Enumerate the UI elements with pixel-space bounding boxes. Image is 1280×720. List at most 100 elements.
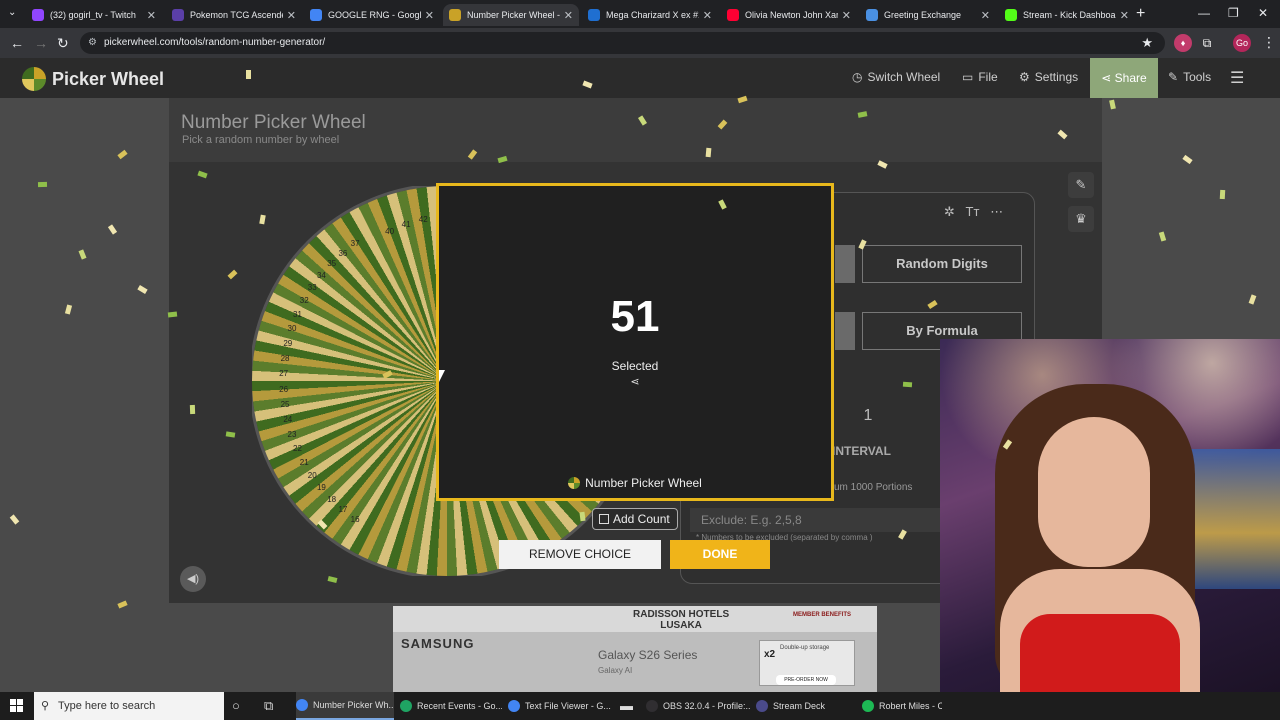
ad-preorder-button[interactable]: PRE-ORDER NOW (776, 675, 836, 685)
ad-hotel-text: RADISSON HOTELS LUSAKA (633, 609, 730, 631)
shuffle-icon[interactable]: ✲ (944, 204, 955, 219)
windows-start-icon[interactable] (10, 699, 23, 712)
tab-close-icon[interactable]: ✕ (842, 9, 851, 22)
taskbar-app[interactable]: Text File Viewer - G... (508, 692, 612, 720)
taskbar-app[interactable]: OBS 32.0.4 - Profile:... (646, 692, 750, 720)
browser-tab[interactable]: Olivia Newton John Xana ✕ (721, 4, 857, 26)
tab-close-icon[interactable]: ✕ (564, 9, 573, 22)
option-tab-left-2[interactable] (835, 312, 855, 350)
tab-list-chevron-icon[interactable]: ⌄ (8, 7, 16, 18)
advertisement[interactable]: RADISSON HOTELS LUSAKA MEMBER BENEFITS SA… (393, 606, 877, 692)
close-window-icon[interactable]: ✕ (1258, 6, 1268, 20)
remove-choice-button[interactable]: REMOVE CHOICE (499, 540, 661, 569)
cortana-icon[interactable]: ○ (232, 698, 240, 713)
wheel-number-label: 21 (299, 457, 309, 467)
taskbar-app[interactable]: Number Picker Wh... (296, 692, 394, 720)
wheel-number-label: 23 (287, 429, 297, 439)
browser-tab[interactable]: Stream - Kick Dashboard ✕ (999, 4, 1135, 26)
browser-menu-icon[interactable]: ⋮ (1262, 34, 1276, 51)
tab-label: GOOGLE RNG - Google S (328, 10, 421, 20)
tab-close-icon[interactable]: ✕ (703, 9, 712, 22)
forward-icon[interactable]: → (34, 35, 48, 51)
add-count-checkbox[interactable]: Add Count (592, 508, 678, 530)
new-tab-button[interactable]: + (1136, 5, 1145, 23)
settings-menu[interactable]: ⚙ Settings (1019, 70, 1078, 84)
tab-favicon-icon (727, 9, 739, 21)
taskbar-app-label: Robert Miles - C (879, 701, 942, 711)
maximize-icon[interactable]: ❐ (1228, 6, 1239, 20)
address-bar[interactable]: ⚙ pickerwheel.com/tools/random-number-ge… (80, 32, 1165, 54)
interval-input[interactable]: 1 (838, 398, 898, 434)
browser-tab[interactable]: Number Picker Wheel - P ✕ (443, 4, 579, 26)
wheel-number-label: 34 (316, 270, 326, 280)
edit-icon[interactable]: ✎ (1068, 172, 1094, 198)
hamburger-menu-icon[interactable]: ☰ (1230, 68, 1244, 88)
taskbar-app[interactable]: Robert Miles - C (862, 692, 942, 720)
wheel-number-label: 31 (293, 309, 302, 319)
wheel-number-label: 27 (279, 369, 289, 379)
wheel-number-label: 29 (283, 338, 293, 348)
wheel-number-label: 24 (283, 415, 293, 425)
tab-close-icon[interactable]: ✕ (981, 9, 990, 22)
task-view-icon[interactable]: ⧉ (264, 698, 273, 714)
site-logo[interactable]: Picker Wheel (22, 67, 164, 91)
add-count-label: Add Count (613, 512, 670, 526)
page-subtitle: Pick a random number by wheel (182, 134, 340, 146)
trophy-icon[interactable]: ♛ (1068, 206, 1094, 232)
wheel-number-label: 19 (316, 483, 326, 493)
checkbox-icon (599, 514, 609, 524)
search-icon: ⚲ (41, 700, 50, 712)
done-button[interactable]: DONE (670, 540, 770, 569)
webcam-person-face (1038, 417, 1150, 567)
wheel-number-label: 16 (350, 514, 360, 524)
tab-close-icon[interactable]: ✕ (1120, 9, 1129, 22)
browser-tab[interactable]: GOOGLE RNG - Google S ✕ (304, 4, 440, 26)
switch-wheel-link[interactable]: ◷ Switch Wheel (852, 70, 940, 84)
switch-wheel-icon: ◷ (852, 70, 863, 84)
back-icon[interactable]: ← (10, 35, 24, 51)
bookmark-star-icon[interactable]: ★ (1141, 32, 1153, 54)
tab-close-icon[interactable]: ✕ (147, 9, 156, 22)
app-icon (400, 700, 412, 712)
browser-tab[interactable]: Mega Charizard X ex #12 ✕ (582, 4, 718, 26)
browser-tab[interactable]: Greeting Exchange ✕ (860, 4, 996, 26)
taskbar-app[interactable]: Stream Deck (756, 692, 856, 720)
browser-tab[interactable]: (32) gogirl_tv - Twitch ✕ (26, 4, 162, 26)
wheel-number-label: 28 (280, 354, 290, 364)
extensions-puzzle-icon[interactable]: ⧉ (1198, 34, 1216, 52)
file-explorer-icon[interactable]: ▬ (620, 698, 633, 713)
app-icon (296, 699, 308, 711)
tab-close-icon[interactable]: ✕ (425, 9, 434, 22)
extension-icon[interactable]: ♦ (1174, 34, 1192, 52)
site-info-icon[interactable]: ⚙ (88, 32, 97, 54)
option-tab-left[interactable] (835, 245, 855, 283)
file-menu[interactable]: ▭ File (962, 70, 998, 84)
ad-galaxy-title: Galaxy S26 Series (598, 648, 698, 662)
ad-x2-desc: Double-up storage (780, 645, 830, 651)
share-button[interactable]: ⋖ Share (1090, 58, 1158, 98)
text-size-icon[interactable]: Tт (966, 204, 980, 219)
wheel-logo-icon (22, 67, 46, 91)
minimize-icon[interactable]: — (1198, 6, 1210, 20)
reload-icon[interactable]: ↻ (57, 35, 69, 52)
profile-avatar[interactable]: Go (1233, 34, 1251, 52)
random-digits-button[interactable]: Random Digits (862, 245, 1022, 283)
taskbar-search[interactable]: ⚲ Type here to search (34, 692, 224, 720)
webcam-person-top (1020, 614, 1180, 692)
sound-icon[interactable]: ◀) (180, 566, 206, 592)
share-result-icon[interactable]: ⋖ (439, 375, 831, 388)
tools-menu[interactable]: ✎ Tools (1168, 70, 1211, 84)
more-options-icon[interactable]: ⋯ (990, 204, 1003, 219)
browser-tab[interactable]: Pokemon TCG Ascended ✕ (166, 4, 302, 26)
taskbar-app[interactable]: Recent Events - Go... (400, 692, 502, 720)
modal-brand: Number Picker Wheel (439, 476, 831, 490)
switch-wheel-label: Switch Wheel (867, 70, 941, 84)
tab-favicon-icon (1005, 9, 1017, 21)
tab-favicon-icon (866, 9, 878, 21)
app-icon (508, 700, 520, 712)
tab-favicon-icon (172, 9, 184, 21)
panel-tool-icons: ✲ Tт ⋯ (944, 204, 1003, 220)
site-header: Picker Wheel ◷ Switch Wheel ▭ File ⚙ Set… (0, 58, 1280, 98)
wheel-number-label: 36 (338, 248, 348, 258)
tab-close-icon[interactable]: ✕ (287, 9, 296, 22)
